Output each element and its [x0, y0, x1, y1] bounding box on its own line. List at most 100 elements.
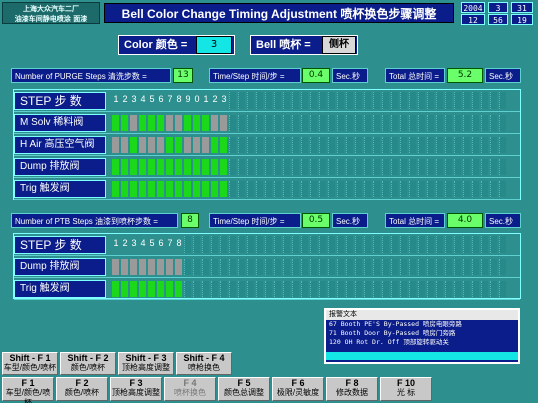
valve-on-cell[interactable] — [121, 281, 128, 297]
f1-button[interactable]: F 1 车型/颜色/喷杯 — [2, 377, 54, 403]
valve-on-cell[interactable] — [148, 281, 155, 297]
valve-off-cell[interactable] — [211, 115, 218, 131]
valve-on-cell[interactable] — [202, 181, 209, 197]
valve-off-cell[interactable] — [166, 259, 173, 275]
valve-on-cell[interactable] — [175, 181, 182, 197]
valve-on-cell[interactable] — [184, 159, 191, 175]
valve-on-cell[interactable] — [193, 115, 200, 131]
valve-off-cell[interactable] — [121, 137, 128, 153]
valve-on-cell[interactable] — [148, 115, 155, 131]
f10-button[interactable]: F 10 光 标 — [380, 377, 432, 401]
valve-off-cell[interactable] — [175, 259, 182, 275]
valve-off-cell[interactable] — [157, 259, 164, 275]
valve-on-cell[interactable] — [166, 159, 173, 175]
valve-on-cell[interactable] — [130, 181, 137, 197]
valve-on-cell[interactable] — [175, 159, 182, 175]
step-slot-empty — [400, 92, 407, 109]
valve-on-cell[interactable] — [139, 115, 146, 131]
valve-off-cell[interactable] — [139, 137, 146, 153]
shift-f2-button[interactable]: Shift - F 2 颜色/喷杯 — [60, 352, 116, 375]
valve-on-cell[interactable] — [157, 281, 164, 297]
valve-on-cell[interactable] — [220, 181, 227, 197]
bell-value[interactable]: 侧杯 — [322, 36, 356, 54]
alarm-line[interactable]: 71 Booth Door By-Passed 喷房门旁路 — [326, 329, 518, 338]
shift-f3-button[interactable]: Shift - F 3 顶枪高度调整 — [118, 352, 174, 375]
valve-on-cell[interactable] — [130, 281, 137, 297]
valve-on-cell[interactable] — [211, 159, 218, 175]
valve-on-cell[interactable] — [193, 181, 200, 197]
f3-button[interactable]: F 3 顶枪高度调整 — [110, 377, 162, 401]
valve-on-cell[interactable] — [193, 159, 200, 175]
valve-off-cell[interactable] — [202, 137, 209, 153]
valve-off-cell[interactable] — [130, 115, 137, 131]
valve-on-cell[interactable] — [112, 159, 119, 175]
shift-f1-button[interactable]: Shift - F 1 车型/颜色/喷杯 — [2, 352, 58, 375]
step-slot-empty — [292, 236, 299, 253]
valve-on-cell[interactable] — [112, 281, 119, 297]
company-line-1: 上海大众汽车二厂 — [23, 4, 79, 13]
valve-on-cell[interactable] — [157, 181, 164, 197]
valve-on-cell[interactable] — [184, 181, 191, 197]
color-value[interactable]: 3 — [196, 36, 232, 54]
valve-on-cell[interactable] — [211, 137, 218, 153]
valve-empty-cell — [436, 181, 443, 197]
valve-on-cell[interactable] — [157, 159, 164, 175]
valve-off-cell[interactable] — [121, 259, 128, 275]
step-slot-empty — [346, 92, 353, 109]
purge-time-step-value[interactable]: 0.4 — [302, 68, 330, 83]
valve-empty-cell — [427, 137, 434, 153]
purge-steps-value[interactable]: 13 — [173, 68, 193, 83]
ptb-time-step-value[interactable]: 0.5 — [302, 213, 330, 228]
valve-empty-cell — [211, 259, 218, 275]
valve-off-cell[interactable] — [193, 137, 200, 153]
f2-button[interactable]: F 2 颜色/喷杯 — [56, 377, 108, 401]
valve-on-cell[interactable] — [139, 281, 146, 297]
valve-on-cell[interactable] — [166, 137, 173, 153]
valve-on-cell[interactable] — [130, 159, 137, 175]
valve-on-cell[interactable] — [211, 181, 218, 197]
valve-on-cell[interactable] — [112, 115, 119, 131]
valve-on-cell[interactable] — [166, 181, 173, 197]
valve-off-cell[interactable] — [220, 115, 227, 131]
valve-on-cell[interactable] — [112, 181, 119, 197]
valve-off-cell[interactable] — [175, 115, 182, 131]
valve-on-cell[interactable] — [139, 159, 146, 175]
valve-on-cell[interactable] — [130, 137, 137, 153]
valve-off-cell[interactable] — [148, 259, 155, 275]
valve-off-cell[interactable] — [112, 137, 119, 153]
valve-on-cell[interactable] — [175, 281, 182, 297]
valve-off-cell[interactable] — [139, 259, 146, 275]
valve-off-cell[interactable] — [184, 137, 191, 153]
valve-on-cell[interactable] — [121, 159, 128, 175]
valve-on-cell[interactable] — [175, 137, 182, 153]
f6-button[interactable]: F 6 极限/灵敏度 — [272, 377, 324, 401]
f4-button[interactable]: F 4 喷杯换色 — [164, 377, 216, 401]
valve-on-cell[interactable] — [148, 159, 155, 175]
valve-on-cell[interactable] — [184, 115, 191, 131]
valve-off-cell[interactable] — [148, 137, 155, 153]
valve-on-cell[interactable] — [202, 159, 209, 175]
valve-on-cell[interactable] — [121, 115, 128, 131]
valve-on-cell[interactable] — [220, 137, 227, 153]
valve-on-cell[interactable] — [166, 281, 173, 297]
valve-empty-cell — [274, 137, 281, 153]
valve-on-cell[interactable] — [148, 181, 155, 197]
step-slot-empty — [463, 236, 470, 253]
shift-f4-button[interactable]: Shift - F 4 喷枪换色 — [176, 352, 232, 375]
valve-off-cell[interactable] — [112, 259, 119, 275]
valve-off-cell[interactable] — [130, 259, 137, 275]
valve-on-cell[interactable] — [220, 159, 227, 175]
valve-on-cell[interactable] — [202, 115, 209, 131]
valve-empty-cell — [184, 281, 191, 297]
valve-on-cell[interactable] — [139, 181, 146, 197]
valve-off-cell[interactable] — [166, 115, 173, 131]
valve-on-cell[interactable] — [157, 115, 164, 131]
ptb-steps-value[interactable]: 8 — [181, 213, 199, 228]
f5-button[interactable]: F 5 颜色总调整 — [218, 377, 270, 401]
valve-off-cell[interactable] — [157, 137, 164, 153]
f8-button[interactable]: F 8 修改数据 — [326, 377, 378, 401]
valve-empty-cell — [454, 259, 461, 275]
valve-on-cell[interactable] — [121, 181, 128, 197]
alarm-line[interactable]: 120 OH Rot Dr. Off 顶部旋转驱动关 — [326, 338, 518, 347]
alarm-line[interactable]: 67 Booth PE'S By-Passed 喷房电眼旁路 — [326, 320, 518, 329]
